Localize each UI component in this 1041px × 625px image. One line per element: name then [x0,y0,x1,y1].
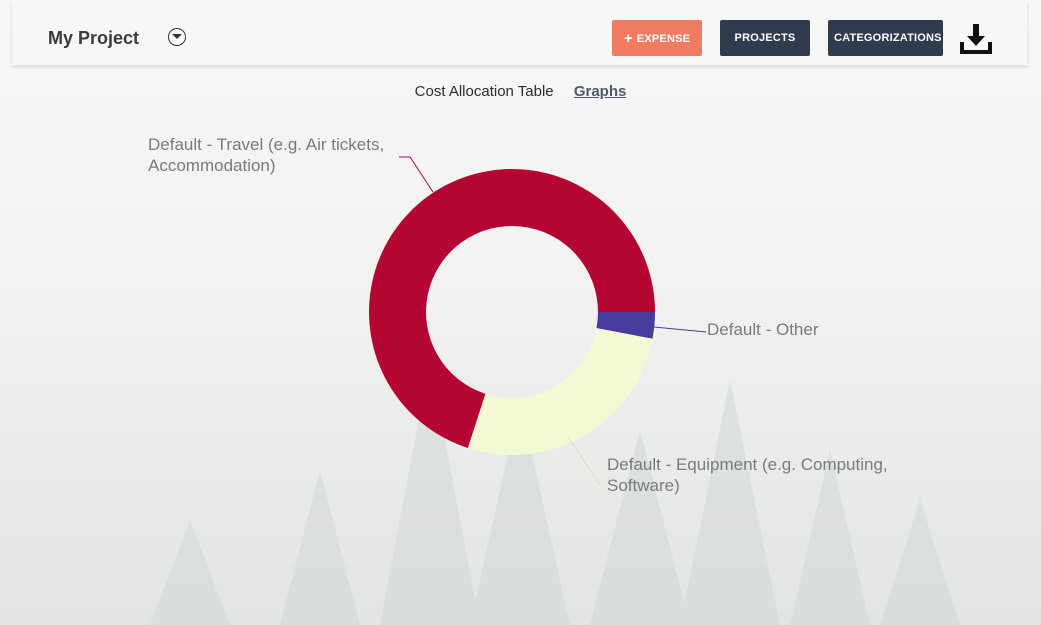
slice-label-2: Default - Equipment (e.g. Computing, Soft… [607,455,888,495]
donut-chart: Default - Other Default - Equipment (e.g.… [148,135,888,495]
slice-label-3: Default - Travel (e.g. Air tickets, Accom… [148,135,384,175]
slice-leader-line-3 [399,156,434,193]
slice-label-1: Default - Other [707,320,819,339]
slice-leader-line-1 [653,326,707,333]
donut-slice-2[interactable] [467,328,653,455]
slice-leader-line-2 [567,436,601,486]
